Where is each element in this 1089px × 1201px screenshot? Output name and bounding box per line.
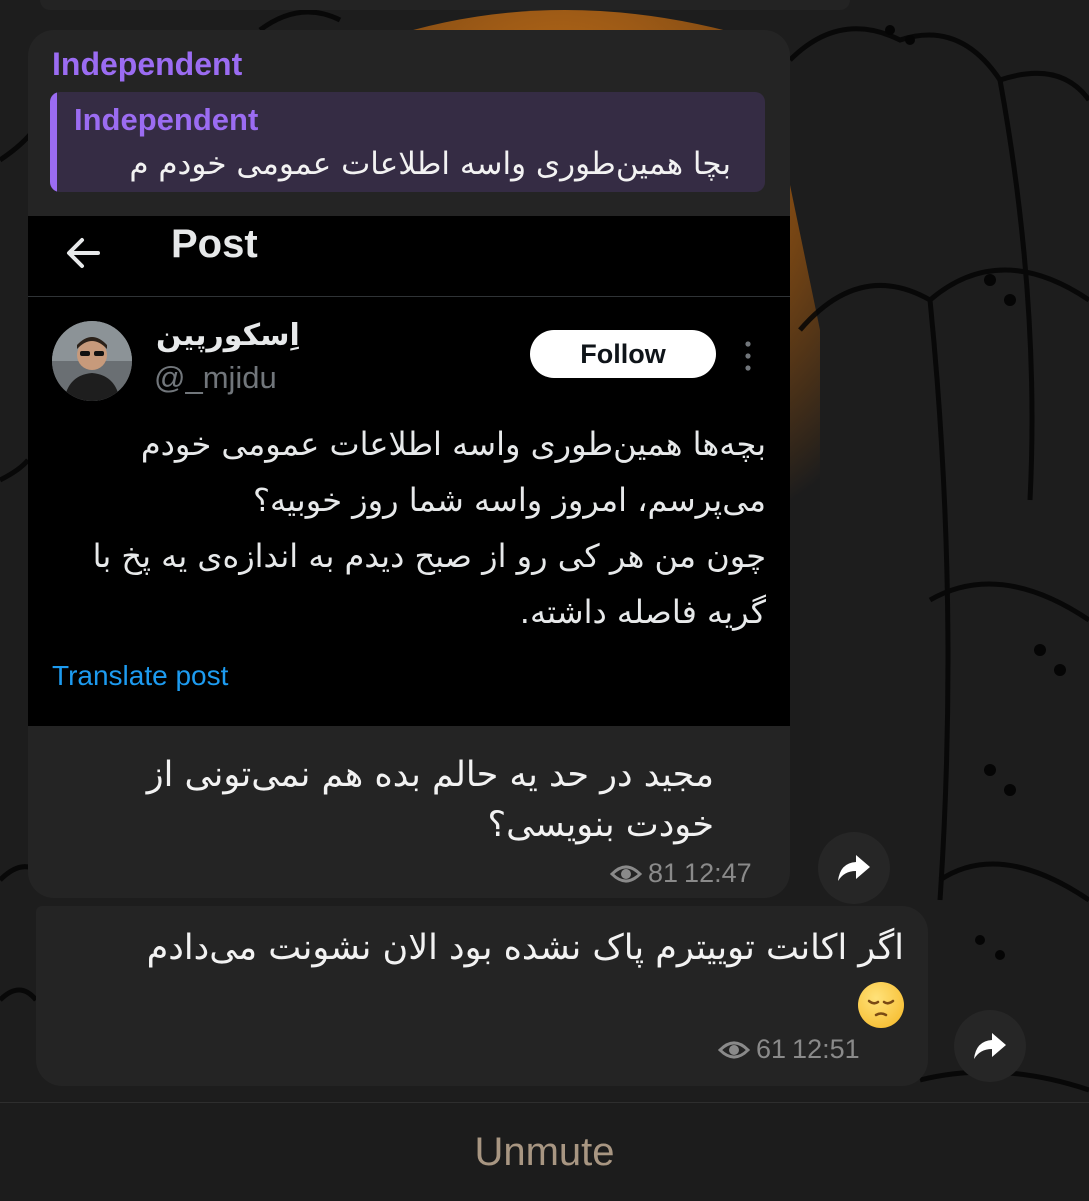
reply-preview[interactable]: Independent بچا همین‌طوری واسه اطلاعات ع… [50,92,765,192]
message-text: اگر اکانت توییترم پاک نشده بود الان نشون… [147,920,904,1032]
translate-post-link: Translate post [52,660,229,691]
eye-icon [610,865,642,882]
tweet-line: بچه‌ها همین‌طوری واسه اطلاعات عمومی خودم [140,425,766,463]
forward-icon [838,855,870,881]
reply-sender-name: Independent [74,102,259,137]
forward-button[interactable] [954,1010,1026,1082]
header-divider [28,296,790,297]
message-meta: 81 12:47 [610,858,752,889]
view-count: 81 [648,858,679,888]
post-header-title: Post [171,222,258,266]
message-line [147,976,904,1032]
tweet-line: می‌پرسم، امروز واسه شما روز خوبیه؟ [252,481,766,519]
forward-button[interactable] [818,832,890,904]
reply-text: بچا همین‌طوری واسه اطلاعات عمومی خودم م [129,146,731,182]
attached-screenshot[interactable]: Post اِسکورپین @_mjidu Follow بچه‌ها همی… [28,216,790,726]
view-count: 61 [756,1034,787,1064]
forward-icon [974,1033,1006,1059]
message-time: 12:51 [792,1034,860,1064]
message-meta: 61 12:51 [718,1034,860,1065]
user-handle: @_mjidu [154,360,277,395]
caption-line: مجید در حد یه حالم بده هم نمی‌تونی از [146,755,714,795]
more-vertical-icon [745,341,751,371]
message-line: اگر اکانت توییترم پاک نشده بود الان نشون… [146,928,904,968]
sender-name[interactable]: Independent [52,46,242,83]
pensive-face-emoji [858,982,904,1028]
message-caption: مجید در حد یه حالم بده هم نمی‌تونی از خو… [147,750,714,850]
message-bubble[interactable]: Independent Independent بچا همین‌طوری وا… [28,30,790,898]
bottom-bar: Unmute [0,1102,1089,1201]
eye-icon [718,1041,750,1058]
tweet-text: بچه‌ها همین‌طوری واسه اطلاعات عمومی خودم… [46,416,766,640]
previous-message-edge [40,0,850,10]
tweet-line: چون من هر کی رو از صبح دیدم به اندازه‌ی … [92,537,766,575]
back-arrow-icon [67,238,100,268]
message-time: 12:47 [684,858,752,888]
avatar [52,321,132,401]
display-name: اِسکورپین [156,318,300,353]
tweet-line: گریه فاصله داشته. [519,593,766,631]
unmute-button[interactable]: Unmute [474,1130,614,1175]
reply-accent-bar [50,92,57,192]
follow-button: Follow [530,330,716,378]
caption-line: خودت بنویسی؟ [487,805,714,845]
